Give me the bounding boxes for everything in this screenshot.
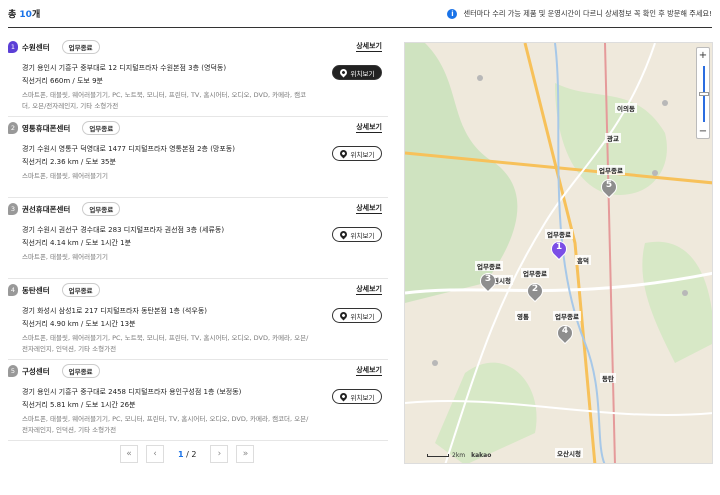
map-scale: 2km kakao: [427, 452, 491, 459]
map-marker-1[interactable]: 1: [547, 237, 571, 263]
center-name: 영통휴대폰센터: [22, 123, 71, 133]
scale-bar: [427, 454, 449, 457]
center-number-badge: 3: [8, 203, 18, 215]
status-badge: 업무종료: [61, 364, 100, 378]
map-place-label: 영통: [515, 311, 531, 321]
map-marker-5[interactable]: 5: [597, 175, 621, 201]
center-products: 스마트폰, 태블릿, 웨어러블기기: [22, 253, 109, 261]
detail-link[interactable]: 상세보기: [356, 122, 382, 133]
center-name: 권선휴대폰센터: [22, 204, 71, 214]
map-place-label: 오산시청: [555, 448, 583, 458]
center-number-badge: 4: [8, 284, 18, 296]
map-view[interactable]: 수원시청 흥덕 광교 이의동 오산시청 영통 동탄 업무종료 1 업무종료 2 …: [404, 42, 713, 464]
marker-number: 1: [555, 242, 563, 252]
location-button[interactable]: 위치보기: [332, 308, 382, 323]
center-number-badge: 1: [8, 41, 18, 53]
next-page-button[interactable]: ›: [210, 445, 229, 463]
center-products: 스마트폰, 태블릿, 웨어러블기기, PC, 노트북, 모니터, 프린터, TV…: [22, 91, 307, 110]
location-button[interactable]: 위치보기: [332, 146, 382, 161]
zoom-slider-handle[interactable]: [699, 92, 709, 96]
marker-status-label: 업무종료: [475, 261, 503, 271]
location-button-label: 위치보기: [350, 231, 375, 240]
status-badge: 업무종료: [61, 40, 100, 54]
prev-page-button[interactable]: ‹: [146, 445, 164, 463]
center-number-badge: 2: [8, 122, 18, 134]
marker-number: 4: [561, 326, 569, 336]
zoom-out-button[interactable]: −: [697, 124, 709, 138]
center-name: 동탄센터: [22, 285, 50, 295]
location-button[interactable]: 위치보기: [332, 227, 382, 242]
total-suffix: 개: [31, 10, 41, 20]
center-products: 스마트폰, 태블릿, 웨어러블기기, PC, 모니터, 프린터, TV, 홈시어…: [22, 415, 309, 434]
info-icon: i: [447, 8, 458, 19]
map-place-label: 흥덕: [575, 255, 591, 265]
map-marker-2[interactable]: 2: [523, 279, 547, 305]
location-button[interactable]: 위치보기: [332, 389, 382, 404]
center-products: 스마트폰, 태블릿, 웨어러블기기, PC, 노트북, 모니터, 프린터, TV…: [22, 334, 309, 353]
location-button-label: 위치보기: [350, 150, 375, 159]
center-item: 2 영통휴대폰센터 업무종료 상세보기 경기 수원시 영통구 덕영대로 1477…: [8, 117, 388, 198]
last-page-button[interactable]: »: [236, 445, 255, 463]
center-name: 수원센터: [22, 42, 50, 52]
detail-link[interactable]: 상세보기: [356, 365, 382, 376]
map-place-label: 이의동: [615, 103, 637, 113]
status-badge: 업무종료: [82, 202, 121, 216]
map-pin-icon: [338, 310, 348, 321]
map-logo: kakao: [471, 452, 492, 459]
pagination: « ‹ 1 / 2 › »: [120, 445, 262, 463]
scale-label: 2km: [452, 452, 466, 459]
map-place-label: 광교: [605, 133, 621, 143]
marker-status-label: 업무종료: [545, 229, 573, 239]
marker-number: 3: [484, 274, 492, 284]
map-pin-icon: [338, 67, 348, 78]
total-prefix: 총: [8, 10, 17, 20]
location-button-label: 위치보기: [350, 69, 375, 78]
center-name: 구성센터: [22, 366, 50, 376]
detail-link[interactable]: 상세보기: [356, 284, 382, 295]
marker-number: 5: [605, 180, 613, 190]
first-page-button[interactable]: «: [120, 445, 138, 463]
detail-link[interactable]: 상세보기: [356, 41, 382, 52]
map-pin-icon: [338, 148, 348, 159]
zoom-in-button[interactable]: +: [697, 48, 709, 62]
center-item: 4 동탄센터 업무종료 상세보기 경기 화성시 삼성1로 217 디지털프라자 …: [8, 279, 388, 360]
map-marker-3[interactable]: 3: [476, 269, 500, 295]
marker-status-label: 업무종료: [597, 165, 625, 175]
center-number-badge: 5: [8, 365, 18, 377]
marker-number: 2: [531, 284, 539, 294]
location-button[interactable]: 위치보기: [332, 65, 382, 80]
center-item: 3 권선휴대폰센터 업무종료 상세보기 경기 수원시 권선구 경수대로 283 …: [8, 198, 388, 279]
map-pin-icon: [338, 229, 348, 240]
map-marker-4[interactable]: 4: [553, 321, 577, 347]
total-pages: 2: [191, 449, 197, 459]
total-count: 총 10개: [8, 7, 40, 20]
center-list: 1 수원센터 업무종료 상세보기 경기 용인시 기흥구 중부대로 12 디지털프…: [8, 36, 388, 441]
notice-banner: i 센터마다 수리 가능 제품 및 운영시간이 다르니 상세정보 꼭 확인 후 …: [447, 8, 712, 19]
center-item: 5 구성센터 업무종료 상세보기 경기 용인시 기흥구 중구대로 2458 디지…: [8, 360, 388, 441]
marker-status-label: 업무종료: [553, 311, 581, 321]
location-button-label: 위치보기: [350, 393, 375, 402]
status-badge: 업무종료: [82, 121, 121, 135]
marker-status-label: 업무종료: [521, 268, 549, 278]
location-button-label: 위치보기: [350, 312, 375, 321]
total-number: 10: [19, 10, 32, 20]
center-item: 1 수원센터 업무종료 상세보기 경기 용인시 기흥구 중부대로 12 디지털프…: [8, 36, 388, 117]
map-place-label: 동탄: [600, 373, 616, 383]
map-pin-icon: [338, 391, 348, 402]
page-indicator: 1 / 2: [178, 450, 196, 459]
status-badge: 업무종료: [61, 283, 100, 297]
list-header: 총 10개 i 센터마다 수리 가능 제품 및 운영시간이 다르니 상세정보 꼭…: [8, 0, 712, 28]
notice-text: 센터마다 수리 가능 제품 및 운영시간이 다르니 상세정보 꼭 확인 후 방문…: [463, 8, 712, 18]
zoom-control: + −: [696, 47, 710, 139]
detail-link[interactable]: 상세보기: [356, 203, 382, 214]
center-products: 스마트폰, 태블릿, 웨어러블기기: [22, 172, 109, 180]
